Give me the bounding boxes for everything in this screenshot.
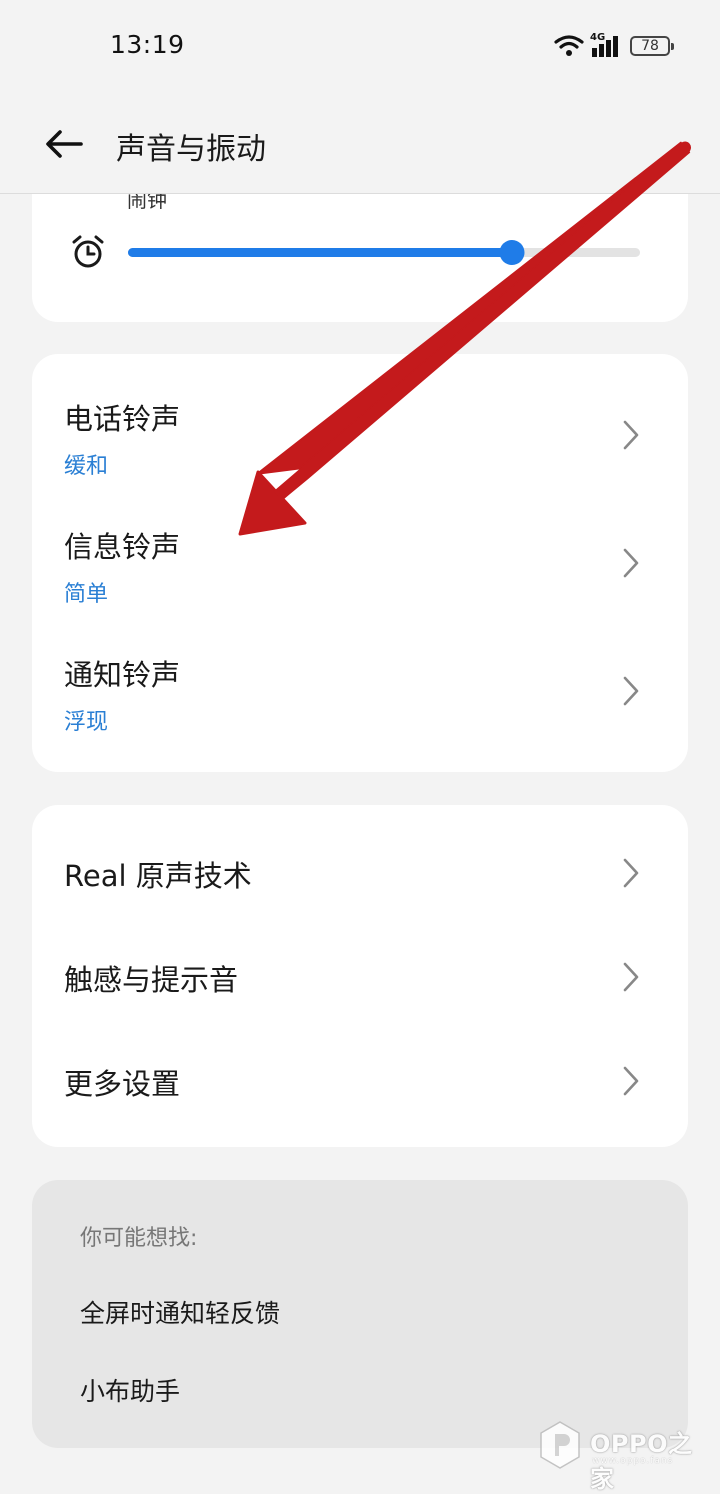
suggestion-item[interactable]: 小布助手 <box>80 1372 180 1408</box>
real-sound-row[interactable]: Real 原声技术 <box>32 821 688 925</box>
suggestion-item[interactable]: 全屏时通知轻反馈 <box>80 1294 280 1330</box>
ringtones-card: 电话铃声 缓和 信息铃声 简单 通知铃声 浮现 <box>32 354 688 772</box>
chevron-right-icon <box>623 858 639 888</box>
phone-ringtone-row[interactable]: 电话铃声 缓和 <box>32 374 688 492</box>
watermark-url: www.oppo.fans <box>592 1456 674 1466</box>
row-title: Real 原声技术 <box>64 859 252 893</box>
row-value: 简单 <box>64 582 109 607</box>
row-title: 触感与提示音 <box>64 963 239 997</box>
app-bar: 声音与振动 <box>0 92 720 194</box>
chevron-right-icon <box>623 962 639 992</box>
back-button[interactable] <box>40 122 88 166</box>
row-title: 电话铃声 <box>64 402 181 436</box>
suggestions-card: 你可能想找: 全屏时通知轻反馈 小布助手 <box>32 1180 688 1448</box>
status-time: 13:19 <box>110 30 185 59</box>
row-title: 更多设置 <box>64 1067 181 1101</box>
alarm-volume-slider[interactable] <box>128 240 640 265</box>
battery-level: 78 <box>641 38 659 54</box>
page-title: 声音与振动 <box>116 132 266 167</box>
chevron-right-icon <box>623 1066 639 1096</box>
message-ringtone-row[interactable]: 信息铃声 简单 <box>32 504 688 622</box>
slider-fill <box>128 248 512 257</box>
more-settings-card: Real 原声技术 触感与提示音 更多设置 <box>32 805 688 1147</box>
chevron-right-icon <box>623 420 639 450</box>
suggestions-heading: 你可能想找: <box>80 1226 198 1251</box>
watermark-logo-icon <box>540 1421 580 1469</box>
back-arrow-icon <box>46 130 83 158</box>
alarm-clock-icon <box>72 235 104 268</box>
status-bar: 13:19 4G 78 <box>0 0 720 92</box>
notification-ringtone-row[interactable]: 通知铃声 浮现 <box>32 632 688 750</box>
wifi-icon <box>554 35 584 56</box>
more-settings-row[interactable]: 更多设置 <box>32 1029 688 1133</box>
row-title: 通知铃声 <box>64 658 181 692</box>
haptics-row[interactable]: 触感与提示音 <box>32 925 688 1029</box>
chevron-right-icon <box>623 676 639 706</box>
status-icons: 4G 78 <box>554 32 674 60</box>
battery-icon: 78 <box>630 36 674 56</box>
row-value: 缓和 <box>64 454 109 479</box>
row-title: 信息铃声 <box>64 530 181 564</box>
chevron-right-icon <box>623 548 639 578</box>
cellular-signal-icon: 4G <box>590 32 624 58</box>
slider-thumb[interactable] <box>499 240 525 265</box>
row-value: 浮现 <box>64 710 109 735</box>
site-watermark: OPPO之家 www.oppo.fans <box>538 1420 708 1493</box>
